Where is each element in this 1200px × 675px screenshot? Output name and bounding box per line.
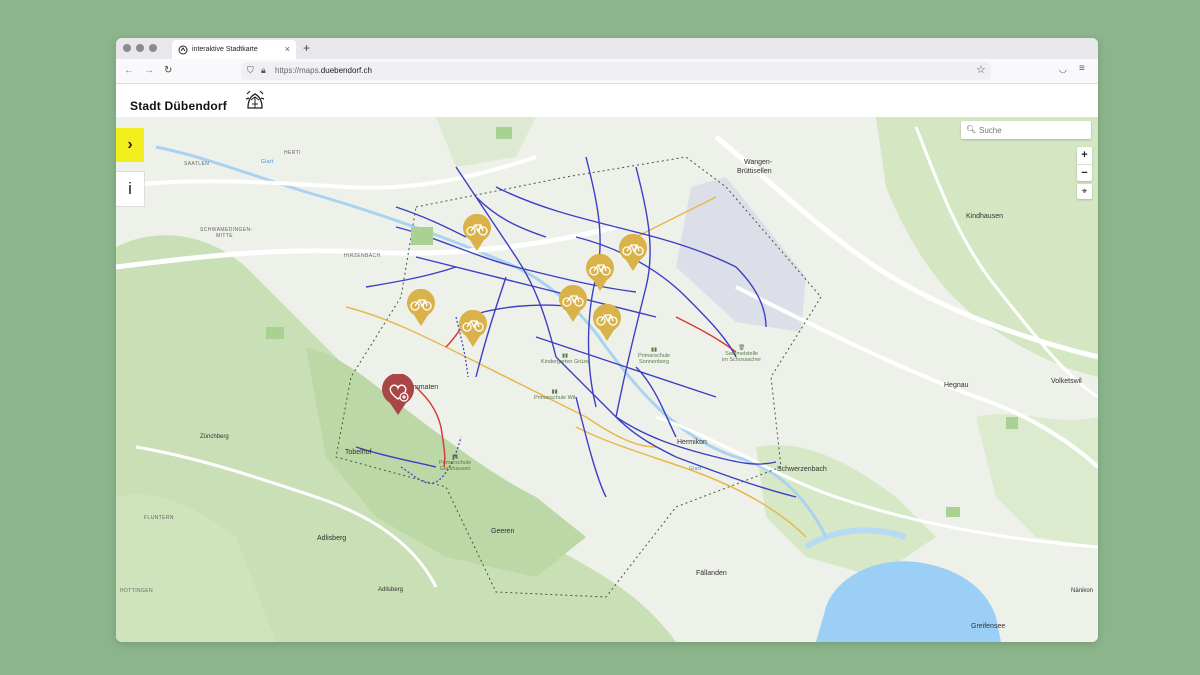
lock-icon[interactable]: 🔒︎ (261, 65, 266, 76)
map-label: Kindhausen (966, 213, 1003, 220)
map-label: Fällanden (696, 570, 727, 577)
school-label: ▮▮ Primarschule Wil (534, 389, 576, 401)
forward-icon[interactable]: → (144, 65, 154, 76)
shield-icon[interactable]: ⛉ (247, 65, 254, 76)
menu-icon[interactable]: ≡ (1079, 63, 1085, 74)
reload-icon[interactable]: ↻ (164, 65, 172, 76)
map-label: Glatt (689, 466, 702, 472)
bike-pin[interactable] (585, 254, 615, 292)
map-canvas[interactable]: HERTI SAATLEN SCHWAMEDINGEN- MITTE HIRZE… (116, 117, 1098, 642)
city-crest-icon[interactable] (242, 88, 268, 114)
field-patch (946, 507, 960, 517)
bike-pin[interactable] (618, 234, 648, 272)
field-patch (496, 127, 512, 139)
heart-pin[interactable] (381, 374, 415, 416)
map-label: HERTI (284, 150, 301, 156)
bike-pin[interactable] (592, 304, 622, 342)
bookmark-star-icon[interactable]: ☆ (976, 63, 986, 76)
bike-pin[interactable] (462, 214, 492, 252)
field-patch (411, 227, 433, 245)
map-label: FLUNTERN (144, 515, 174, 521)
maximize-window-icon[interactable] (149, 44, 157, 52)
forest-area (876, 117, 1098, 377)
sidebar-toggle-button[interactable]: › (116, 128, 144, 162)
forest-area (436, 117, 536, 167)
nav-bar: ← → ↻ ⛉ 🔒︎ https://maps.duebendorf.ch ☆ … (116, 59, 1098, 84)
forest-area (756, 445, 936, 577)
school-label: ▮▮ Kindergarten Grüze (541, 353, 589, 365)
map-label: Volketswil (1051, 378, 1082, 385)
city-crest-icon (178, 45, 188, 54)
map-label: HIRZENBACH (344, 253, 381, 259)
zoom-out-button[interactable]: − (1077, 165, 1092, 182)
map-label: Hegnau (944, 382, 969, 389)
map-label: Geeren (491, 528, 515, 535)
map-label: HOTTINGEN (120, 588, 154, 594)
pocket-icon[interactable]: ◡ (1059, 64, 1067, 75)
back-icon[interactable]: ← (124, 65, 134, 76)
zoom-control: + − (1077, 147, 1092, 181)
school-label: ▮▮ Primarschule Gockhausen (439, 454, 472, 472)
search-input[interactable] (977, 123, 1089, 138)
close-window-icon[interactable] (123, 44, 131, 52)
address-bar[interactable]: ⛉ 🔒︎ https://maps.duebendorf.ch (241, 62, 991, 80)
map-label: Adlisberg (317, 535, 347, 542)
zoom-in-button[interactable]: + (1077, 147, 1092, 165)
map-label: Nänikon (1071, 588, 1094, 594)
map-label: Zürichberg (200, 434, 229, 440)
map-label: Tobelhof (345, 449, 372, 456)
bike-pin[interactable] (458, 310, 488, 348)
map-label: MITTE (216, 233, 233, 239)
locate-button[interactable]: ⌖ (1077, 184, 1092, 199)
map-label: SAATLEN (184, 161, 210, 167)
window-controls[interactable] (123, 44, 157, 52)
search-icon: 🔍︎ (966, 125, 977, 134)
info-button[interactable]: i (116, 171, 145, 207)
tab-bar: interaktive Stadtkarte × + (116, 38, 1098, 59)
map-label: Wangen- (744, 159, 773, 166)
field-patch (266, 327, 284, 339)
url-text[interactable]: https://maps.duebendorf.ch (275, 66, 372, 75)
tab-close-icon[interactable]: × (285, 44, 290, 54)
minimize-window-icon[interactable] (136, 44, 144, 52)
map-label: Adlisberg (378, 587, 404, 593)
map-label: Brüttisellen (737, 168, 772, 175)
poi-label: 🗑︎ Sammelstelle im Schossacher (722, 345, 762, 363)
map-label: Greifensee (971, 623, 1006, 630)
site-title[interactable]: Stadt Dübendorf (130, 99, 227, 113)
map-label: Schwerzenbach (777, 466, 827, 473)
tab-stadtkarte[interactable]: interaktive Stadtkarte × (172, 40, 296, 59)
map-base[interactable] (116, 117, 1098, 642)
tab-title: interaktive Stadtkarte (192, 46, 258, 53)
search-box[interactable]: 🔍︎ (961, 121, 1091, 139)
new-tab-button[interactable]: + (303, 41, 310, 55)
map-label: Glatt (261, 159, 274, 165)
field-patch (1006, 417, 1018, 429)
browser-window: interaktive Stadtkarte × + ← → ↻ ⛉ 🔒︎ ht… (116, 38, 1098, 642)
site-header: Stadt Dübendorf (116, 84, 1098, 117)
bike-pin[interactable] (406, 289, 436, 327)
crosshair-icon: ⌖ (1081, 186, 1088, 197)
forest-area (976, 414, 1098, 547)
school-label: ▮▮ Primarschule Sonnenberg (638, 347, 671, 365)
bike-pin[interactable] (558, 285, 588, 323)
map-label: Hermikon (677, 439, 707, 446)
